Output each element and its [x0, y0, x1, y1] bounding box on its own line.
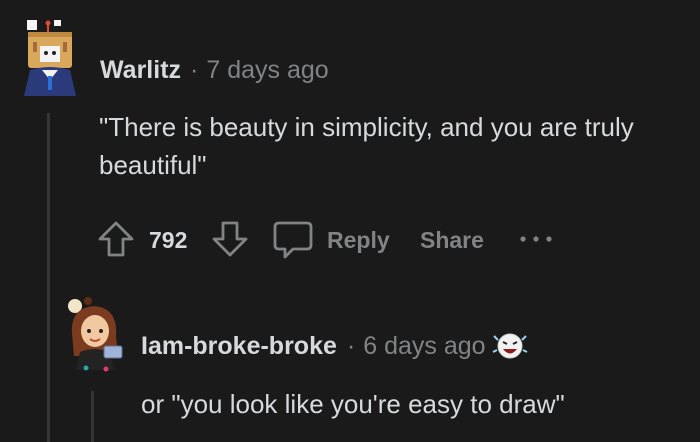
robot-avatar-image	[24, 20, 76, 96]
timestamp[interactable]: 6 days ago	[363, 332, 485, 361]
vote-count: 792	[149, 227, 188, 253]
username[interactable]: Iam-broke-broke	[141, 332, 337, 361]
girl-avatar-image	[68, 297, 123, 372]
share-button[interactable]: Share	[420, 227, 484, 254]
comment-meta: Warlitz · 7 days ago	[100, 53, 329, 87]
thread-line[interactable]	[47, 113, 50, 442]
thread-line[interactable]	[91, 391, 94, 442]
comment-meta: Iam-broke-broke · 6 days ago	[141, 329, 528, 363]
speech-bubble-icon	[273, 221, 313, 259]
separator-dot: ·	[190, 55, 199, 84]
laughing-award-icon[interactable]	[492, 330, 528, 362]
avatar[interactable]	[64, 296, 128, 374]
reply-button[interactable]: Reply	[271, 219, 390, 261]
ellipsis-icon	[520, 236, 552, 242]
upvote-button[interactable]	[96, 219, 136, 259]
comment-body: "There is beauty in simplicity, and you …	[99, 112, 634, 180]
username[interactable]: Warlitz	[100, 56, 181, 85]
reply-label: Reply	[327, 226, 390, 253]
separator-dot: ·	[346, 331, 356, 360]
arrow-down-outline-icon	[212, 221, 248, 257]
comment-body: or "you look like you're easy to draw"	[141, 389, 565, 419]
arrow-up-outline-icon	[98, 221, 134, 257]
more-options-button[interactable]	[518, 227, 554, 251]
timestamp[interactable]: 7 days ago	[206, 56, 328, 85]
downvote-button[interactable]	[210, 219, 250, 259]
avatar[interactable]	[18, 20, 82, 96]
